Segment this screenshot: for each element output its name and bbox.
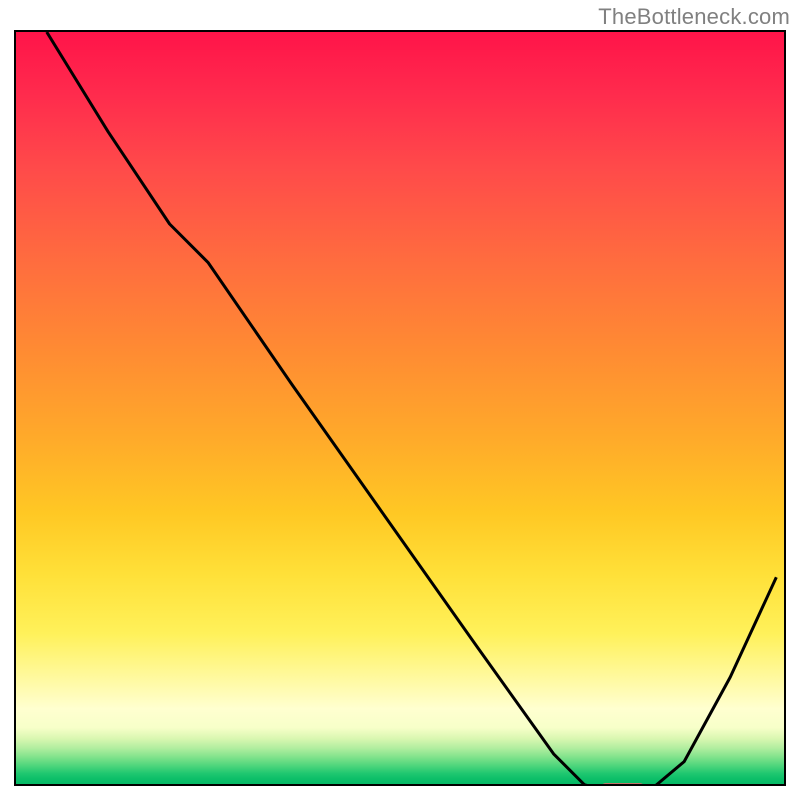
- plot-area: [14, 30, 786, 786]
- bottleneck-curve: [47, 32, 777, 786]
- optimal-marker: [600, 783, 646, 786]
- curve-overlay: [16, 32, 784, 786]
- watermark-text: TheBottleneck.com: [598, 4, 790, 30]
- chart-container: TheBottleneck.com: [0, 0, 800, 800]
